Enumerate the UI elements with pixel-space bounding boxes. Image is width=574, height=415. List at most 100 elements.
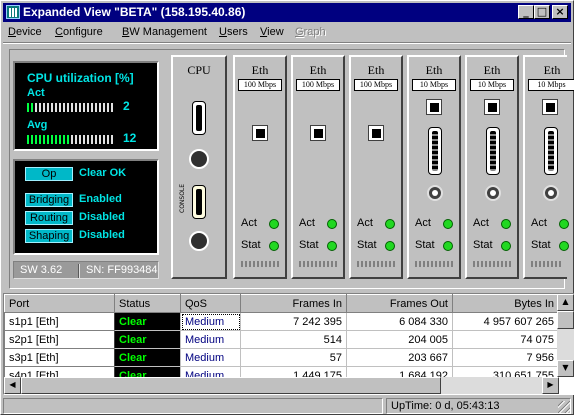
eth-card-title: Eth xyxy=(367,63,385,77)
port-cell[interactable]: s3p1 [Eth] xyxy=(4,348,115,367)
col-header-frames-out[interactable]: Frames Out xyxy=(346,294,453,313)
main-window: Expanded View "BETA" (158.195.40.86) _ □… xyxy=(0,0,574,415)
act-led-icon xyxy=(501,219,511,229)
scroll-left-icon[interactable]: ◀ xyxy=(4,377,21,394)
menu-device[interactable]: Device xyxy=(8,26,42,38)
col-header-bytes-in[interactable]: Bytes In xyxy=(452,294,559,313)
vertical-scrollbar[interactable]: ▲ ▼ xyxy=(557,294,574,377)
stat-led-icon xyxy=(385,241,395,251)
cpu-bar-segment xyxy=(111,135,113,144)
cpu-bar-segment xyxy=(31,103,33,112)
menu-configure[interactable]: Configure xyxy=(55,26,103,38)
scroll-right-icon[interactable]: ▶ xyxy=(542,377,559,394)
menu-bar: Device Configure BW Management Users Vie… xyxy=(3,23,571,42)
cpu-bar-segment xyxy=(83,103,85,112)
title-bar[interactable]: Expanded View "BETA" (158.195.40.86) _ □… xyxy=(3,3,571,22)
console-port-icon xyxy=(192,185,206,219)
bytes-in-cell[interactable]: 74 075 xyxy=(452,330,559,349)
qos-cell[interactable]: Medium xyxy=(180,312,241,331)
maximize-button[interactable]: □ xyxy=(534,5,550,19)
cpu-card-title: CPU xyxy=(187,63,211,77)
aui-port-icon xyxy=(486,127,500,175)
qos-cell[interactable]: Medium xyxy=(180,330,241,349)
device-status-display: Op Status Clear OK Bridging Enabled Rout… xyxy=(13,159,159,255)
table-row[interactable]: s2p1 [Eth] Clear Medium 514 204 005 74 0… xyxy=(4,330,559,349)
stat-label: Stat xyxy=(299,239,319,251)
eth-card-2[interactable]: Eth 100 Mbps Act Stat xyxy=(291,55,345,279)
cpu-card[interactable]: CPU CONSOLE xyxy=(171,55,227,279)
eth-card-6[interactable]: Eth 10 Mbps Act Stat xyxy=(523,55,574,279)
minimize-button[interactable]: _ xyxy=(518,5,534,19)
cpu-bar-segment xyxy=(43,135,45,144)
cpu-bar-segment xyxy=(103,103,105,112)
col-header-frames-in[interactable]: Frames In xyxy=(240,294,347,313)
status-message-cell xyxy=(3,398,383,414)
cpu-bar-segment xyxy=(75,135,77,144)
frames-out-cell[interactable]: 6 084 330 xyxy=(346,312,453,331)
col-header-port[interactable]: Port xyxy=(4,294,115,313)
table-row[interactable]: s3p1 [Eth] Clear Medium 57 203 667 7 956 xyxy=(4,348,559,367)
bridging-value: Enabled xyxy=(79,193,122,205)
scroll-down-icon[interactable]: ▼ xyxy=(557,360,574,377)
eth-card-5[interactable]: Eth 10 Mbps Act Stat xyxy=(465,55,519,279)
eth-card-title: Eth xyxy=(309,63,327,77)
cpu-bar-segment xyxy=(55,103,57,112)
qos-cell[interactable]: Medium xyxy=(180,348,241,367)
frames-in-cell[interactable]: 514 xyxy=(240,330,347,349)
col-header-status[interactable]: Status xyxy=(114,294,181,313)
speed-label: 10 Mbps xyxy=(412,79,456,91)
stat-led-icon xyxy=(443,241,453,251)
status-cell[interactable]: Clear xyxy=(114,348,181,367)
cpu-avg-value: 12 xyxy=(123,131,137,145)
eth-card-3[interactable]: Eth 100 Mbps Act Stat xyxy=(349,55,403,279)
eth-card-4[interactable]: Eth 10 Mbps Act Stat xyxy=(407,55,461,279)
menu-users[interactable]: Users xyxy=(219,26,248,38)
menu-view[interactable]: View xyxy=(260,26,284,38)
cpu-bar-segment xyxy=(31,135,33,144)
stat-label: Stat xyxy=(415,239,435,251)
app-icon[interactable] xyxy=(6,5,20,19)
status-cell[interactable]: Clear xyxy=(114,330,181,349)
vertical-scroll-thumb[interactable] xyxy=(557,311,574,329)
horizontal-scroll-thumb[interactable] xyxy=(21,377,441,394)
shaping-value: Disabled xyxy=(79,229,125,241)
cpu-bar-segment xyxy=(103,135,105,144)
horizontal-scrollbar[interactable]: ◀ ▶ xyxy=(4,377,559,394)
menu-bw-management[interactable]: BW Management xyxy=(122,26,207,38)
table-row[interactable]: s1p1 [Eth] Clear Medium 7 242 395 6 084 … xyxy=(4,312,559,331)
close-button[interactable]: × xyxy=(552,5,568,19)
act-label: Act xyxy=(357,217,373,229)
bnc-port-icon xyxy=(427,185,443,201)
bytes-in-cell[interactable]: 7 956 xyxy=(452,348,559,367)
eth-card-title: Eth xyxy=(251,63,269,77)
scroll-up-icon[interactable]: ▲ xyxy=(557,294,574,311)
cpu-bar-segment xyxy=(47,135,49,144)
rj45-port-icon xyxy=(252,125,268,141)
status-cell[interactable]: Clear xyxy=(114,312,181,331)
frames-out-cell[interactable]: 204 005 xyxy=(346,330,453,349)
cpu-bar-segment xyxy=(63,135,65,144)
bytes-in-cell[interactable]: 4 957 607 265 xyxy=(452,312,559,331)
frames-in-cell[interactable]: 57 xyxy=(240,348,347,367)
port-statistics-grid[interactable]: Port Status QoS Frames In Frames Out Byt… xyxy=(3,293,574,395)
stat-led-icon xyxy=(327,241,337,251)
rj45-port-icon xyxy=(426,99,442,115)
port-cell[interactable]: s1p1 [Eth] xyxy=(4,312,115,331)
col-header-qos[interactable]: QoS xyxy=(180,294,241,313)
vent-pattern xyxy=(357,261,395,267)
frames-in-cell[interactable]: 7 242 395 xyxy=(240,312,347,331)
port-cell[interactable]: s2p1 [Eth] xyxy=(4,330,115,349)
resize-grip-icon[interactable] xyxy=(558,401,570,413)
speed-label: 10 Mbps xyxy=(528,79,574,91)
cpu-act-label: Act xyxy=(27,87,45,99)
cpu-bar-segment xyxy=(27,135,29,144)
cpu-bar-segment xyxy=(99,135,101,144)
op-status-value: Clear OK xyxy=(79,167,127,179)
frames-out-cell[interactable]: 203 667 xyxy=(346,348,453,367)
vent-pattern xyxy=(531,261,561,267)
eth-card-1[interactable]: Eth 100 Mbps Act Stat xyxy=(233,55,287,279)
aui-port-icon xyxy=(428,127,442,175)
table-header-row: Port Status QoS Frames In Frames Out Byt… xyxy=(4,294,559,313)
cpu-avg-bar xyxy=(27,135,115,144)
eth-card-title: Eth xyxy=(425,63,443,77)
